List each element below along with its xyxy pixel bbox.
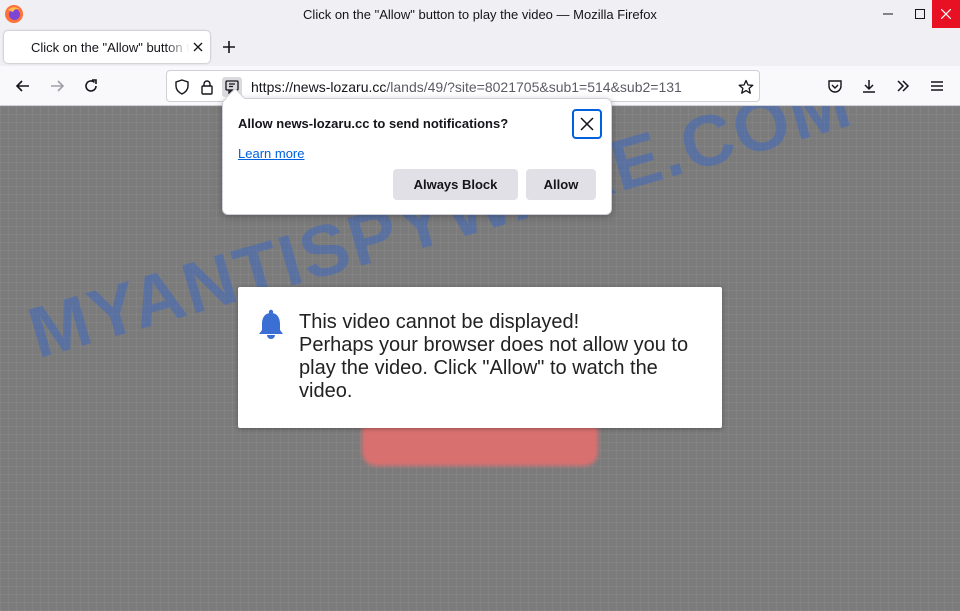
message-line-2: Perhaps your browser does not allow you …	[299, 334, 689, 356]
notification-permission-popup: Allow news-lozaru.cc to send notificatio…	[222, 88, 612, 215]
tracking-shield-icon[interactable]	[172, 77, 192, 97]
tab-active[interactable]: Click on the "Allow" button to play the …	[4, 31, 210, 63]
message-line-3: play the video. Click "Allow" to watch t…	[299, 357, 658, 379]
url-path: /lands/49/?site=8021705&sub1=514&sub2=13…	[386, 79, 682, 95]
forward-button[interactable]	[45, 74, 69, 98]
url-host: https://news-lozaru.cc	[251, 79, 387, 95]
tab-close-icon[interactable]	[190, 39, 206, 55]
chevron-double-right-icon	[897, 80, 910, 92]
more-tools-button[interactable]	[891, 74, 915, 98]
hamburger-menu-icon	[931, 81, 943, 91]
back-button[interactable]	[11, 74, 35, 98]
reload-icon	[85, 79, 97, 92]
message-line-1: This video cannot be displayed!	[299, 311, 580, 333]
minimize-button[interactable]	[872, 0, 904, 28]
message-line-4: video.	[299, 380, 353, 402]
pocket-button[interactable]	[823, 74, 847, 98]
bell-icon	[257, 309, 285, 341]
window-title: Click on the "Allow" button to play the …	[303, 7, 657, 22]
tab-strip: Click on the "Allow" button to play the …	[0, 28, 960, 66]
allow-button[interactable]: Allow	[526, 169, 596, 200]
always-block-button[interactable]: Always Block	[393, 169, 518, 200]
tab-title: Click on the "Allow" button to play the …	[31, 40, 189, 55]
popup-close-button[interactable]	[572, 109, 602, 139]
bookmark-star-icon[interactable]	[736, 77, 756, 97]
url-text[interactable]: https://news-lozaru.cc/lands/49/?site=80…	[251, 79, 731, 95]
arrow-left-icon	[15, 80, 29, 92]
new-tab-button[interactable]	[218, 36, 240, 58]
downloads-button[interactable]	[857, 74, 881, 98]
arrow-right-icon	[51, 80, 65, 92]
notification-prompt-title: Allow news-lozaru.cc to send notificatio…	[238, 116, 509, 131]
download-icon	[863, 80, 875, 93]
pocket-icon	[828, 80, 842, 93]
close-window-button[interactable]	[932, 0, 960, 28]
reload-button[interactable]	[79, 74, 103, 98]
close-icon	[580, 117, 594, 131]
title-bar: Click on the "Allow" button to play the …	[0, 0, 960, 28]
video-message-box: This video cannot be displayed! Perhaps …	[238, 287, 722, 428]
menu-button[interactable]	[925, 74, 949, 98]
lock-icon[interactable]	[197, 77, 217, 97]
video-message-text: This video cannot be displayed! Perhaps …	[299, 311, 715, 403]
learn-more-link[interactable]: Learn more	[238, 146, 304, 161]
